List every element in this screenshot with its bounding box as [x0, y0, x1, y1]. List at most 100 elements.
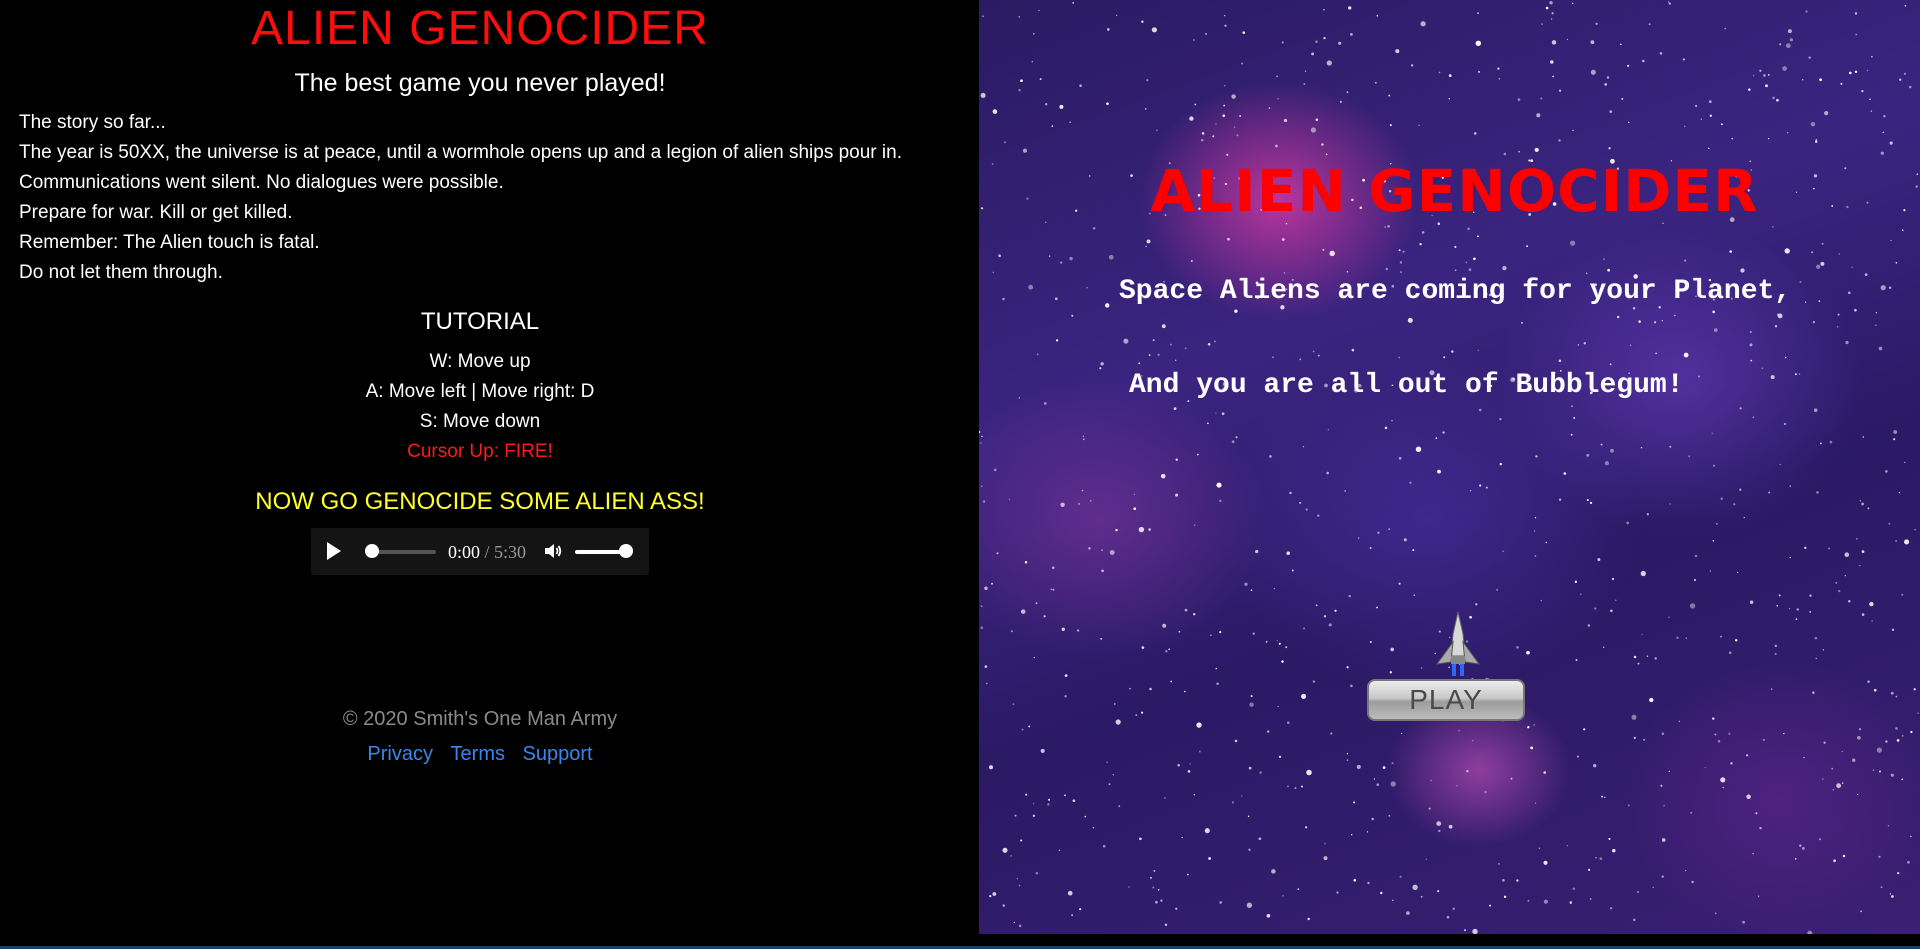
- star: [1064, 695, 1067, 698]
- star: [1175, 493, 1179, 497]
- seek-thumb[interactable]: [365, 544, 379, 558]
- star: [1021, 728, 1024, 731]
- star: [1882, 131, 1885, 134]
- star: [1216, 482, 1222, 488]
- copyright: © 2020 Smith's One Man Army: [342, 708, 618, 730]
- star: [1326, 60, 1332, 66]
- star: [1043, 615, 1046, 618]
- star: [1412, 884, 1418, 891]
- star: [1729, 250, 1732, 253]
- support-link[interactable]: Support: [523, 743, 593, 765]
- star: [1694, 554, 1698, 558]
- star: [1540, 97, 1543, 100]
- star: [980, 442, 982, 444]
- star: [1603, 258, 1605, 260]
- volume-icon[interactable]: [543, 541, 563, 561]
- star: [1720, 497, 1724, 500]
- star: [1033, 656, 1035, 659]
- star: [1776, 605, 1778, 607]
- star: [1101, 549, 1103, 551]
- star: [1640, 446, 1643, 449]
- star: [1746, 794, 1751, 800]
- star: [1620, 43, 1622, 46]
- star: [992, 109, 998, 114]
- volume-thumb[interactable]: [619, 544, 633, 558]
- star: [1895, 539, 1898, 543]
- star: [1731, 137, 1734, 140]
- star: [1438, 71, 1441, 74]
- star: [1586, 454, 1590, 457]
- star: [1112, 774, 1114, 776]
- star: [1861, 550, 1865, 553]
- star: [1590, 69, 1596, 75]
- star: [1273, 587, 1275, 590]
- star: [1895, 695, 1898, 698]
- star: [1051, 125, 1054, 127]
- star: [1795, 858, 1797, 860]
- star: [1730, 762, 1733, 765]
- star: [1377, 531, 1380, 534]
- star: [1678, 720, 1681, 723]
- game-canvas[interactable]: ALIEN GENOCIDER Space Aliens are coming …: [979, 0, 1920, 934]
- star: [1164, 797, 1166, 799]
- star: [1720, 123, 1723, 126]
- star: [980, 485, 983, 488]
- star: [1604, 83, 1607, 86]
- star: [1859, 564, 1861, 567]
- star: [1216, 682, 1219, 686]
- star: [1018, 16, 1021, 18]
- star: [1148, 528, 1151, 531]
- star: [1224, 24, 1227, 27]
- play-icon[interactable]: [327, 542, 341, 560]
- star: [1798, 373, 1801, 375]
- star: [1589, 898, 1592, 900]
- star: [1189, 763, 1191, 765]
- star: [1654, 321, 1657, 324]
- star: [1305, 508, 1308, 511]
- star: [1323, 36, 1326, 40]
- star: [1286, 721, 1290, 725]
- star: [1683, 352, 1689, 358]
- star: [1627, 121, 1630, 124]
- story-line: Prepare for war. Kill or get killed.: [19, 202, 293, 223]
- star: [1627, 804, 1630, 807]
- star: [1516, 645, 1519, 649]
- star: [1323, 9, 1325, 11]
- star: [1028, 725, 1031, 728]
- star: [1801, 846, 1805, 850]
- star: [1219, 631, 1222, 634]
- story-line: Communications went silent. No dialogues…: [19, 172, 504, 193]
- star: [1277, 705, 1279, 708]
- star: [1772, 226, 1774, 228]
- star: [1748, 88, 1751, 91]
- star: [1272, 356, 1274, 359]
- star: [1020, 79, 1023, 83]
- star: [1543, 771, 1546, 774]
- star: [1538, 847, 1541, 850]
- star: [1779, 463, 1781, 466]
- star: [1398, 356, 1401, 359]
- play-button[interactable]: PLAY: [1367, 679, 1525, 721]
- star: [1227, 238, 1230, 241]
- star: [1712, 310, 1716, 314]
- privacy-link[interactable]: Privacy: [367, 743, 433, 765]
- star: [1207, 342, 1211, 346]
- star: [1777, 313, 1783, 319]
- star: [1239, 115, 1241, 117]
- star: [1045, 103, 1048, 106]
- star: [1425, 858, 1427, 860]
- star: [1789, 485, 1792, 487]
- star: [1889, 893, 1892, 895]
- star: [1231, 801, 1234, 804]
- star: [1828, 547, 1831, 550]
- star: [1016, 878, 1018, 880]
- star: [980, 605, 983, 608]
- star: [1829, 440, 1833, 444]
- star: [1503, 152, 1507, 156]
- star: [1811, 251, 1814, 254]
- star: [1036, 353, 1039, 356]
- star: [1823, 741, 1826, 744]
- terms-link[interactable]: Terms: [451, 743, 505, 765]
- star: [1878, 855, 1881, 858]
- star: [1133, 493, 1136, 496]
